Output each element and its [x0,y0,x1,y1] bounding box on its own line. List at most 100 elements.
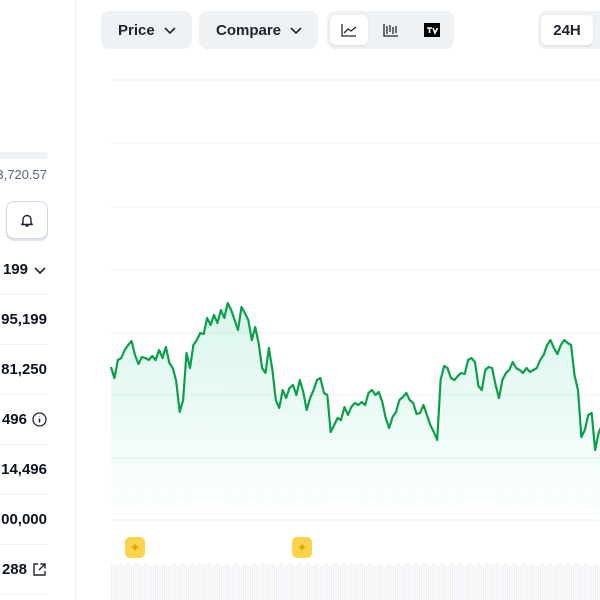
event-marker[interactable]: ✦ [125,537,145,558]
volume-bar [524,563,526,600]
volume-bar [390,563,392,600]
volume-bar [174,563,176,600]
volume-bar [111,562,113,600]
volume-bar [423,562,425,600]
volume-bar [399,563,401,600]
volume-bar [553,565,555,600]
volume-bar [216,562,218,600]
volume-bar [405,562,407,600]
volume-bar [535,565,537,600]
volume-bar [474,565,476,600]
volume-bar [333,562,335,600]
volume-bar [328,565,330,600]
volume-bar [597,564,599,600]
volume-bar [243,563,245,600]
volume-bar [309,563,311,600]
volume-bar [130,564,132,600]
volume-bar [225,562,227,600]
volume-bar [161,563,163,600]
volume-bar [185,565,187,600]
volume-bar [403,564,405,600]
volume-bar [159,565,161,600]
event-marker[interactable]: ✦ [292,537,312,558]
volume-bar [196,564,198,600]
volume-bar [584,563,586,600]
volume-bar [190,562,192,600]
volume-bar [179,564,181,600]
volume-bar [529,564,531,600]
volume-bar [460,562,462,600]
volume-bar [194,565,196,600]
volume-bar [513,562,515,600]
volume-bar [581,565,583,600]
volume-bar [267,565,269,600]
volume-bar [137,562,139,600]
volume-bar [141,565,143,600]
volume-bar [262,562,264,600]
volume-bar [339,565,341,600]
volume-bar [221,565,223,600]
volume-bar [133,565,135,600]
volume-bar [570,565,572,600]
volume-bar [485,563,487,600]
volume-bar [306,562,308,600]
volume-bar [348,565,350,600]
volume-bar [163,562,165,600]
volume-bar [542,562,544,600]
volume-bar [260,563,262,600]
volume-bar [245,562,247,600]
volume-bar [183,563,185,600]
volume-bar [205,565,207,600]
volume-bar [595,562,597,600]
volume-bar [526,565,528,600]
price-chart[interactable] [0,0,600,600]
volume-bar [313,565,315,600]
volume-bar [454,565,456,600]
volume-bar [568,562,570,600]
volume-bar [370,562,372,600]
volume-bar [436,565,438,600]
volume-bar [214,565,216,600]
volume-bar [359,563,361,600]
volume-bar [445,565,447,600]
volume-bar [337,565,339,600]
volume-bar [544,565,546,600]
volume-bar [507,563,509,600]
volume-bar [199,562,201,600]
volume-bar [282,563,284,600]
volume-bar [344,562,346,600]
volume-bar [152,563,154,600]
volume-bar [430,565,432,600]
volume-bar [432,562,434,600]
volume-bar [247,564,249,600]
volume-bar [469,562,471,600]
volume-bar [566,562,568,600]
volume-bar [471,564,473,600]
volume-bar [540,562,542,600]
volume-bar [555,565,557,600]
volume-bar [181,562,183,600]
volume-bar [425,562,427,600]
volume-bar [493,563,495,600]
volume-bar [557,562,559,600]
volume-bar [487,562,489,600]
volume-bar [377,563,379,600]
volume-bar [520,564,522,600]
volume-bar [408,563,410,600]
volume-bar [172,562,174,600]
volume-bar [575,563,577,600]
volume-bar [168,565,170,600]
volume-bar [326,562,328,600]
volume-bar [273,564,275,600]
volume-bar [269,563,271,600]
volume-bar [441,562,443,600]
volume-bar [126,563,128,600]
volume-bar [392,565,394,600]
volume-bar [280,562,282,600]
volume-bar [388,562,390,600]
volume-bar [452,562,454,600]
volume-bar [218,562,220,600]
volume-bar [240,565,242,600]
volume-bar [504,562,506,600]
volume-bar [201,562,203,600]
